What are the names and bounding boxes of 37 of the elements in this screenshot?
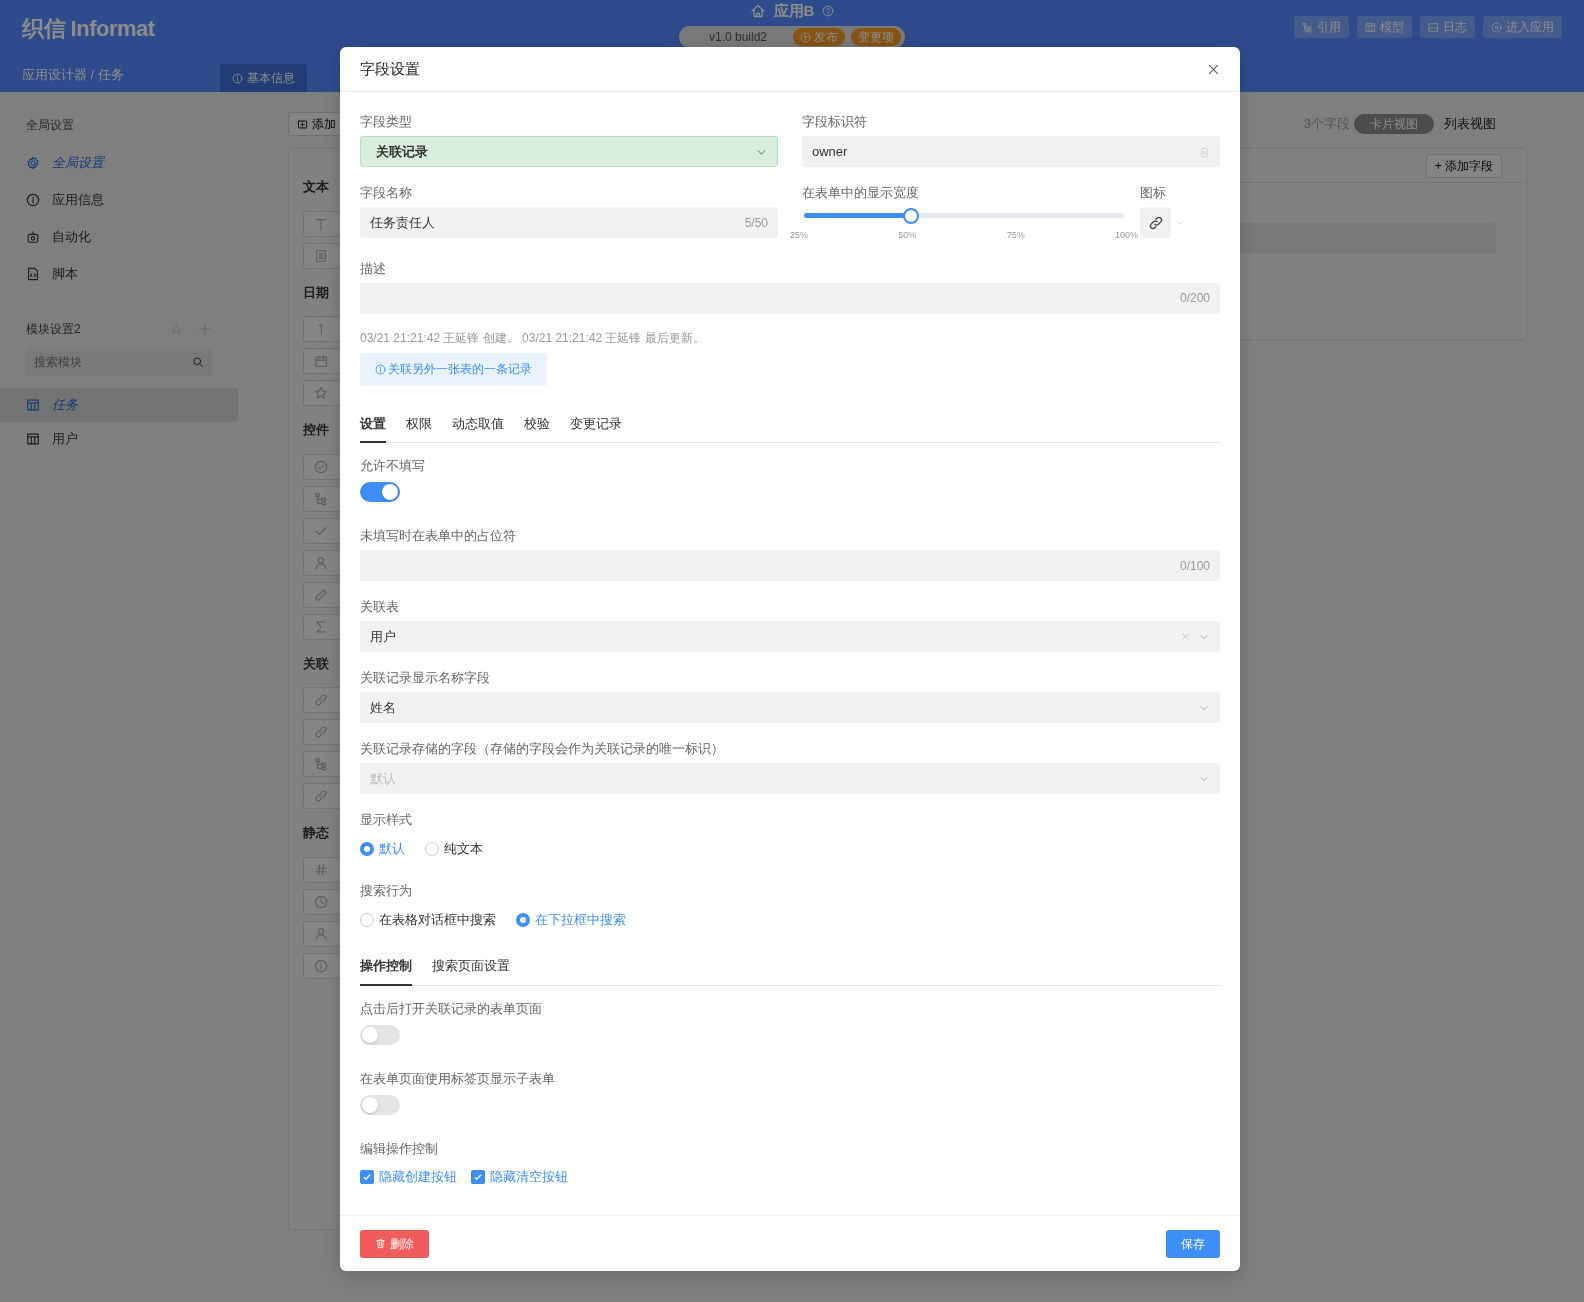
timestamp-text: 03/21 21:21:42 王延锋 创建。 03/21 21:21:42 王延锋 最后更新。: [360, 329, 706, 347]
field-label: 编辑操作控制: [360, 1140, 439, 1158]
group-heading: 文本: [303, 178, 329, 196]
field-label: 关联表: [360, 599, 400, 616]
field-label: 字段类型: [360, 114, 413, 131]
hint-tag: 关联另外一张表的一条记录: [360, 352, 547, 386]
char-counter: 5/50: [744, 214, 768, 232]
field-label: 字段标识符: [802, 114, 868, 131]
version-label: v1.0 build2: [709, 29, 768, 47]
char-counter: 0/100: [1179, 557, 1210, 575]
field-label: 显示样式: [360, 812, 413, 829]
field-label: 关联记录存储的字段（存储的字段会作为关联记录的唯一标识）: [360, 741, 725, 758]
field-label: 描述: [360, 260, 387, 278]
field-label: 在表单页面使用标签页显示子表单: [360, 1070, 556, 1088]
tick-label: 100%: [1114, 229, 1138, 242]
field-label: 关联记录显示名称字段: [360, 670, 491, 687]
tick-label: 25%: [790, 229, 808, 242]
field-label: 未填写时在表单中的占位符: [360, 528, 517, 545]
breadcrumb: 应用设计器 / 任务: [22, 65, 125, 84]
field-label: 允许不填写: [360, 458, 426, 475]
field-label: 在表单中的显示宽度: [802, 185, 920, 202]
app-title: 应用B: [773, 0, 815, 21]
char-counter: 0/200: [1179, 290, 1210, 307]
group-heading: 关联: [303, 654, 329, 673]
dialog-title: 字段设置: [360, 58, 420, 79]
field-label: 字段名称: [360, 185, 413, 202]
tick-label: 50%: [898, 229, 917, 242]
group-heading: 控件: [303, 421, 329, 439]
field-label: 搜索行为: [360, 883, 413, 900]
section-heading: 模块设置2: [26, 321, 81, 338]
field-label: 点击后打开关联记录的表单页面: [360, 1000, 543, 1018]
logo: 织信 Informat: [22, 14, 155, 43]
group-heading: 静态: [303, 824, 329, 842]
group-heading: 日期: [303, 283, 329, 302]
field-label: 图标: [1140, 185, 1167, 202]
tick-label: 75%: [1006, 229, 1025, 242]
section-heading: 全局设置: [25, 117, 75, 134]
